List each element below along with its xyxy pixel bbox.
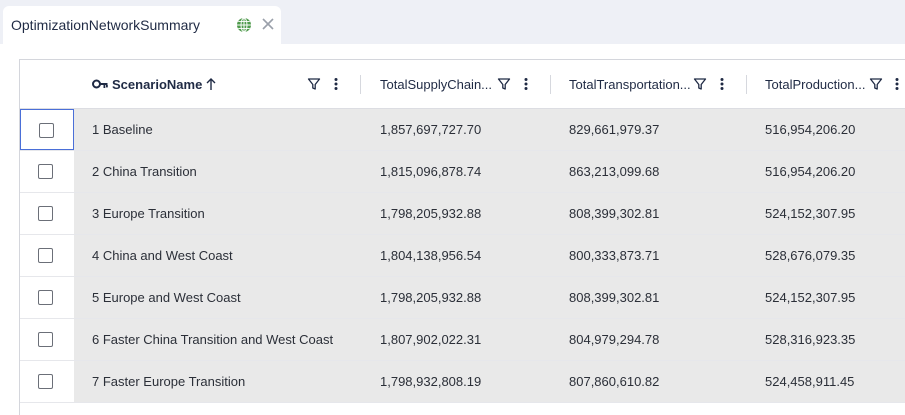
- filter-icon[interactable]: [307, 76, 321, 92]
- column-label: ScenarioName: [112, 77, 203, 92]
- row-data: 5 Europe and West Coast 1,798,205,932.88…: [74, 277, 905, 318]
- row-select-cell[interactable]: [20, 277, 74, 318]
- row-select-cell[interactable]: [20, 109, 74, 150]
- cell-scenario-name[interactable]: 2 China Transition: [92, 164, 197, 179]
- row-checkbox[interactable]: [38, 248, 53, 263]
- column-menu-icon[interactable]: [890, 76, 904, 92]
- cell-total-supply-chain[interactable]: 1,804,138,956.54: [380, 248, 481, 263]
- column-header-total-supply-chain[interactable]: TotalSupplyChain...: [361, 60, 551, 109]
- cell-total-transportation[interactable]: 863,213,099.68: [569, 164, 659, 179]
- sort-ascending-icon[interactable]: [204, 76, 218, 92]
- table-row[interactable]: 6 Faster China Transition and West Coast…: [20, 319, 905, 361]
- cell-total-supply-chain[interactable]: 1,798,205,932.88: [380, 206, 481, 221]
- table-row[interactable]: 2 China Transition 1,815,096,878.74 863,…: [20, 151, 905, 193]
- cell-total-production[interactable]: 524,152,307.95: [765, 290, 855, 305]
- row-checkbox[interactable]: [38, 290, 53, 305]
- row-data: 7 Faster Europe Transition 1,798,932,808…: [74, 361, 905, 402]
- row-checkbox[interactable]: [38, 332, 53, 347]
- cell-total-production[interactable]: 524,458,911.45: [765, 374, 854, 389]
- cell-total-transportation[interactable]: 808,399,302.81: [569, 206, 659, 221]
- table-row[interactable]: 5 Europe and West Coast 1,798,205,932.88…: [20, 277, 905, 319]
- cell-total-transportation[interactable]: 829,661,979.37: [569, 122, 659, 137]
- row-select-cell[interactable]: [20, 235, 74, 276]
- row-checkbox[interactable]: [38, 164, 53, 179]
- column-menu-icon[interactable]: [715, 76, 729, 92]
- cell-total-supply-chain[interactable]: 1,857,697,727.70: [380, 122, 481, 137]
- row-checkbox[interactable]: [39, 123, 54, 138]
- cell-total-production[interactable]: 516,954,206.20: [765, 164, 855, 179]
- content-panel: ScenarioName TotalSupplyChain... TotalTr…: [0, 44, 905, 415]
- cell-total-production[interactable]: 516,954,206.20: [765, 122, 855, 137]
- globe-icon: [237, 17, 251, 33]
- cell-total-production[interactable]: 528,676,079.35: [765, 248, 855, 263]
- cell-total-supply-chain[interactable]: 1,815,096,878.74: [380, 164, 481, 179]
- cell-total-transportation[interactable]: 808,399,302.81: [569, 290, 659, 305]
- column-label: TotalProduction...: [765, 77, 866, 92]
- cell-total-production[interactable]: 524,152,307.95: [765, 206, 855, 221]
- cell-total-production[interactable]: 528,316,923.35: [765, 332, 855, 347]
- cell-total-transportation[interactable]: 800,333,873.71: [569, 248, 659, 263]
- tab-optimization-network-summary[interactable]: OptimizationNetworkSummary: [3, 6, 281, 44]
- column-menu-icon[interactable]: [519, 76, 533, 92]
- tab-bar: OptimizationNetworkSummary: [0, 0, 905, 44]
- column-menu-icon[interactable]: [329, 76, 343, 92]
- table-row[interactable]: 7 Faster Europe Transition 1,798,932,808…: [20, 361, 905, 403]
- row-checkbox[interactable]: [38, 206, 53, 221]
- cell-scenario-name[interactable]: 1 Baseline: [92, 122, 153, 137]
- row-data: 6 Faster China Transition and West Coast…: [74, 319, 905, 360]
- cell-total-supply-chain[interactable]: 1,798,205,932.88: [380, 290, 481, 305]
- key-icon: [92, 79, 108, 89]
- grid-header: ScenarioName TotalSupplyChain... TotalTr…: [20, 60, 905, 109]
- column-header-scenario-name[interactable]: ScenarioName: [74, 60, 361, 109]
- filter-icon[interactable]: [497, 76, 511, 92]
- tab-title: OptimizationNetworkSummary: [11, 17, 201, 33]
- cell-scenario-name[interactable]: 4 China and West Coast: [92, 248, 233, 263]
- row-data: 2 China Transition 1,815,096,878.74 863,…: [74, 151, 905, 192]
- cell-scenario-name[interactable]: 6 Faster China Transition and West Coast: [92, 332, 333, 347]
- table-row[interactable]: 1 Baseline 1,857,697,727.70 829,661,979.…: [20, 109, 905, 151]
- row-checkbox[interactable]: [38, 374, 53, 389]
- cell-scenario-name[interactable]: 7 Faster Europe Transition: [92, 374, 245, 389]
- close-icon[interactable]: [259, 15, 277, 33]
- row-data: 1 Baseline 1,857,697,727.70 829,661,979.…: [74, 109, 905, 150]
- row-select-cell[interactable]: [20, 151, 74, 192]
- row-data: 4 China and West Coast 1,804,138,956.54 …: [74, 235, 905, 276]
- column-label: TotalSupplyChain...: [380, 77, 493, 92]
- cell-total-supply-chain[interactable]: 1,798,932,808.19: [380, 374, 481, 389]
- row-select-cell[interactable]: [20, 319, 74, 360]
- table-row[interactable]: 4 China and West Coast 1,804,138,956.54 …: [20, 235, 905, 277]
- row-select-cell[interactable]: [20, 193, 74, 234]
- filter-icon[interactable]: [869, 76, 883, 92]
- column-header-total-transportation[interactable]: TotalTransportation...: [550, 60, 747, 109]
- row-select-cell[interactable]: [20, 361, 74, 402]
- filter-icon[interactable]: [693, 76, 707, 92]
- row-data: 3 Europe Transition 1,798,205,932.88 808…: [74, 193, 905, 234]
- cell-scenario-name[interactable]: 5 Europe and West Coast: [92, 290, 241, 305]
- cell-total-transportation[interactable]: 807,860,610.82: [569, 374, 659, 389]
- column-header-total-production[interactable]: TotalProduction...: [746, 60, 905, 109]
- column-label: TotalTransportation...: [569, 77, 691, 92]
- cell-scenario-name[interactable]: 3 Europe Transition: [92, 206, 205, 221]
- cell-total-transportation[interactable]: 804,979,294.78: [569, 332, 659, 347]
- data-grid: ScenarioName TotalSupplyChain... TotalTr…: [19, 59, 905, 415]
- cell-total-supply-chain[interactable]: 1,807,902,022.31: [380, 332, 481, 347]
- table-row[interactable]: 3 Europe Transition 1,798,205,932.88 808…: [20, 193, 905, 235]
